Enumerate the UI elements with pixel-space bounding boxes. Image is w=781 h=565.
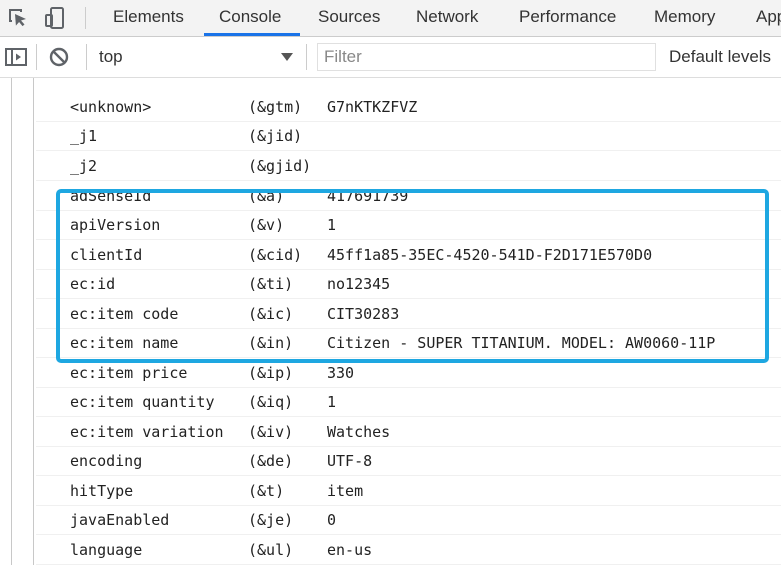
field-param: (&de) (248, 452, 294, 470)
chevron-down-icon[interactable] (281, 53, 293, 61)
inspect-element-icon[interactable] (6, 6, 30, 30)
table-row: ec:item quantity (&iq) 1 (36, 388, 781, 417)
field-param: (&iq) (248, 393, 294, 411)
gutter-line (33, 78, 34, 565)
field-name: language (70, 541, 143, 559)
field-param: (&ul) (248, 541, 294, 559)
toolbar-divider (36, 44, 37, 70)
field-param: (&ip) (248, 364, 294, 382)
field-name: <unknown> (70, 98, 152, 116)
field-value: en-us (327, 541, 373, 559)
field-name: encoding (70, 452, 143, 470)
field-param: (&t) (248, 482, 285, 500)
field-param: (&gtm) (248, 98, 303, 116)
gutter-line (11, 78, 12, 565)
field-value: item (327, 482, 364, 500)
tab-memory[interactable]: Memory (654, 0, 715, 36)
field-name: ec:item price (70, 364, 188, 382)
field-value: UTF-8 (327, 452, 373, 470)
field-name: hitType (70, 482, 134, 500)
active-tab-indicator (204, 33, 300, 36)
field-param: (&iv) (248, 423, 294, 441)
tab-performance[interactable]: Performance (519, 0, 616, 36)
tab-network[interactable]: Network (416, 0, 478, 36)
tab-elements[interactable]: Elements (113, 0, 184, 36)
tab-application[interactable]: App (756, 0, 781, 36)
table-row: _j1 (&jid) (36, 122, 781, 151)
field-value: G7nKTKZFVZ (327, 98, 418, 116)
field-param: (&gjid) (248, 157, 312, 175)
field-param: (&je) (248, 511, 294, 529)
field-value: Watches (327, 423, 391, 441)
clear-console-icon[interactable] (47, 45, 71, 69)
table-row: encoding (&de) UTF-8 (36, 447, 781, 476)
field-value: 330 (327, 364, 355, 382)
show-sidebar-icon[interactable] (4, 45, 28, 69)
tab-sources[interactable]: Sources (318, 0, 380, 36)
field-name: ec:item variation (70, 423, 224, 441)
table-row: javaEnabled (&je) 0 (36, 506, 781, 535)
log-levels-dropdown[interactable]: Default levels (669, 44, 771, 70)
table-row: ec:item price (&ip) 330 (36, 359, 781, 388)
context-selector[interactable]: top (99, 44, 299, 70)
field-name: _j1 (70, 127, 98, 145)
field-param: (&jid) (248, 127, 303, 145)
table-row: ec:item variation (&iv) Watches (36, 418, 781, 447)
field-name: javaEnabled (70, 511, 170, 529)
field-name: _j2 (70, 157, 98, 175)
field-value: 0 (327, 511, 337, 529)
toolbar-divider (86, 44, 87, 70)
toolbar-divider (85, 7, 86, 29)
tab-console[interactable]: Console (219, 0, 281, 36)
table-row: hitType (&t) item (36, 477, 781, 506)
toolbar-divider (306, 44, 307, 70)
field-value: 1 (327, 393, 337, 411)
table-row: <unknown> (&gtm) G7nKTKZFVZ (36, 93, 781, 122)
console-toolbar: top Default levels (0, 37, 781, 78)
highlight-box (56, 189, 769, 363)
device-toolbar-icon[interactable] (44, 6, 68, 30)
table-row: language (&ul) en-us (36, 536, 781, 565)
field-name: ec:item quantity (70, 393, 215, 411)
devtools-tab-bar: Elements Console Sources Network Perform… (0, 0, 781, 37)
table-row: _j2 (&gjid) (36, 152, 781, 181)
filter-input[interactable] (317, 43, 656, 71)
